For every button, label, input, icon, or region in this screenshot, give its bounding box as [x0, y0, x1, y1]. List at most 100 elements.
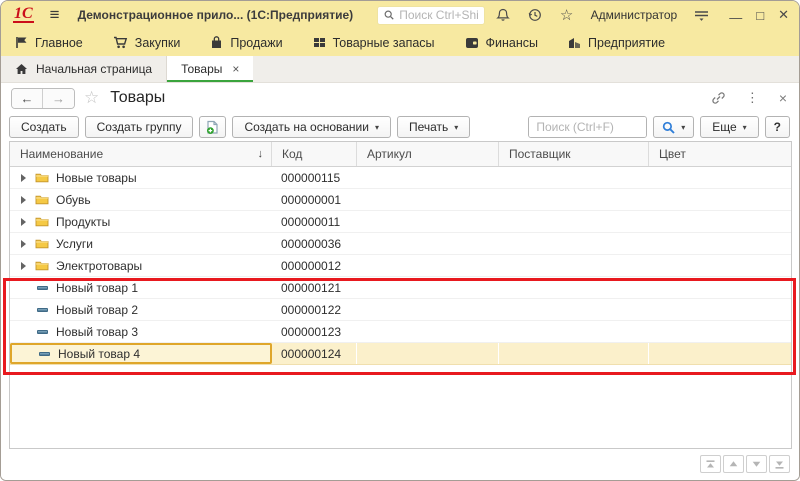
- more-button[interactable]: Еще▾: [700, 116, 758, 138]
- close-form-icon[interactable]: ×: [779, 90, 787, 106]
- open-tabs-bar: Начальная страница Товары ×: [1, 56, 799, 83]
- menu-item-purchases[interactable]: Закупки: [113, 36, 181, 50]
- maximize-button[interactable]: □: [756, 8, 764, 23]
- scroll-up-button[interactable]: [723, 455, 744, 473]
- sort-descending-icon: ↓: [258, 148, 264, 160]
- title-bar: 1С ≡ Демонстрационное прило... (1С:Предп…: [1, 1, 799, 29]
- expand-arrow-icon[interactable]: [18, 174, 28, 182]
- menu-item-finance[interactable]: Финансы: [465, 36, 538, 50]
- section-menu-bar: Главное Закупки Продажи Товарные запасы …: [1, 29, 799, 56]
- help-button[interactable]: ?: [765, 116, 790, 138]
- code-cell: 000000036: [272, 233, 357, 254]
- code-cell: 000000121: [272, 277, 357, 298]
- create-group-button[interactable]: Создать группу: [85, 116, 194, 138]
- item-name: Новый товар 2: [56, 303, 138, 317]
- code-cell: 000000124: [272, 343, 357, 364]
- window-title: Демонстрационное прило... (1С:Предприяти…: [78, 8, 354, 22]
- 1c-logo-icon: 1С: [13, 7, 34, 23]
- group-name: Продукты: [56, 215, 110, 229]
- table-row-group[interactable]: Электротовары 000000012: [10, 255, 791, 277]
- column-header-color[interactable]: Цвет: [649, 142, 791, 166]
- main-menu-hamburger-icon[interactable]: ≡: [50, 5, 60, 25]
- minimize-button[interactable]: —: [729, 10, 742, 25]
- table-row-group[interactable]: Обувь 000000001: [10, 189, 791, 211]
- more-actions-icon[interactable]: ⋮: [746, 90, 759, 106]
- group-name: Обувь: [56, 193, 91, 207]
- code-cell: 000000001: [272, 189, 357, 210]
- tab-close-icon[interactable]: ×: [232, 62, 239, 76]
- list-toolbar: Создать Создать группу Создать на основа…: [1, 113, 799, 141]
- get-link-icon[interactable]: [711, 91, 726, 105]
- tab-home[interactable]: Начальная страница: [1, 56, 167, 82]
- code-cell: 000000123: [272, 321, 357, 342]
- search-icon: [384, 9, 394, 21]
- service-menu-icon[interactable]: [693, 7, 709, 23]
- favorites-star-icon[interactable]: ☆: [559, 7, 575, 23]
- group-name: Новые товары: [56, 171, 137, 185]
- menu-item-enterprise[interactable]: Предприятие: [568, 36, 665, 50]
- scroll-to-bottom-button[interactable]: [769, 455, 790, 473]
- table-row-group[interactable]: Продукты 000000011: [10, 211, 791, 233]
- forward-button[interactable]: →: [43, 89, 74, 108]
- history-icon[interactable]: [527, 7, 543, 23]
- table-header-row: Наименование↓ Код Артикул Поставщик Цвет: [10, 142, 791, 167]
- chevron-down-icon: ▾: [743, 123, 747, 132]
- wallet-icon: [465, 37, 479, 49]
- scroll-to-top-button[interactable]: [700, 455, 721, 473]
- create-button[interactable]: Создать: [9, 116, 79, 138]
- menu-item-inventory[interactable]: Товарные запасы: [313, 36, 435, 50]
- expand-arrow-icon[interactable]: [18, 218, 28, 226]
- group-name: Услуги: [56, 237, 93, 251]
- item-icon: [36, 352, 52, 356]
- table-row-item[interactable]: Новый товар 2 000000122: [10, 299, 791, 321]
- close-window-button[interactable]: ✕: [778, 7, 789, 23]
- flag-icon: [15, 36, 28, 49]
- tab-goods[interactable]: Товары ×: [167, 56, 253, 82]
- column-header-name[interactable]: Наименование↓: [10, 142, 272, 166]
- notifications-bell-icon[interactable]: [495, 7, 511, 23]
- code-cell: 000000012: [272, 255, 357, 276]
- form-content: ← → ☆ Товары ⋮ × Создать Создать группу …: [1, 83, 799, 480]
- menu-item-sales[interactable]: Продажи: [210, 36, 282, 50]
- goods-list-table: Наименование↓ Код Артикул Поставщик Цвет…: [9, 141, 792, 449]
- chevron-down-icon: ▾: [454, 123, 458, 132]
- item-name: Новый товар 4: [58, 347, 140, 361]
- folder-icon: [34, 216, 50, 227]
- item-icon: [34, 286, 50, 290]
- chevron-down-icon: ▾: [681, 123, 685, 132]
- item-icon: [34, 330, 50, 334]
- column-header-code[interactable]: Код: [272, 142, 357, 166]
- list-search-input[interactable]: [529, 117, 647, 137]
- table-row-group[interactable]: Услуги 000000036: [10, 233, 791, 255]
- folder-icon: [34, 238, 50, 249]
- table-row-item[interactable]: Новый товар 3 000000123: [10, 321, 791, 343]
- folder-icon: [34, 172, 50, 183]
- global-search-input[interactable]: [399, 8, 477, 22]
- expand-arrow-icon[interactable]: [18, 240, 28, 248]
- folder-icon: [34, 194, 50, 205]
- copy-item-button[interactable]: [199, 116, 226, 138]
- item-name: Новый товар 1: [56, 281, 138, 295]
- print-button[interactable]: Печать▾: [397, 116, 470, 138]
- list-search-box[interactable]: ✕: [528, 116, 647, 138]
- column-header-supplier[interactable]: Поставщик: [499, 142, 649, 166]
- menu-item-main[interactable]: Главное: [15, 36, 83, 50]
- column-header-article[interactable]: Артикул: [357, 142, 499, 166]
- cart-icon: [113, 36, 128, 49]
- advanced-search-button[interactable]: ▾: [653, 116, 694, 138]
- list-scroll-nav: [700, 455, 790, 473]
- code-cell: 000000011: [272, 211, 357, 232]
- expand-arrow-icon[interactable]: [18, 196, 28, 204]
- table-row-item[interactable]: Новый товар 1 000000121: [10, 277, 791, 299]
- current-user[interactable]: Администратор: [591, 8, 678, 22]
- table-row-item-selected[interactable]: Новый товар 4 000000124: [10, 343, 791, 365]
- folder-icon: [34, 260, 50, 271]
- add-to-favorites-star-icon[interactable]: ☆: [84, 88, 99, 108]
- table-row-group[interactable]: Новые товары 000000115: [10, 167, 791, 189]
- scroll-down-button[interactable]: [746, 455, 767, 473]
- bag-icon: [210, 36, 223, 49]
- create-based-on-button[interactable]: Создать на основании▾: [232, 116, 391, 138]
- expand-arrow-icon[interactable]: [18, 262, 28, 270]
- global-search[interactable]: [377, 6, 485, 25]
- back-button[interactable]: ←: [12, 89, 43, 108]
